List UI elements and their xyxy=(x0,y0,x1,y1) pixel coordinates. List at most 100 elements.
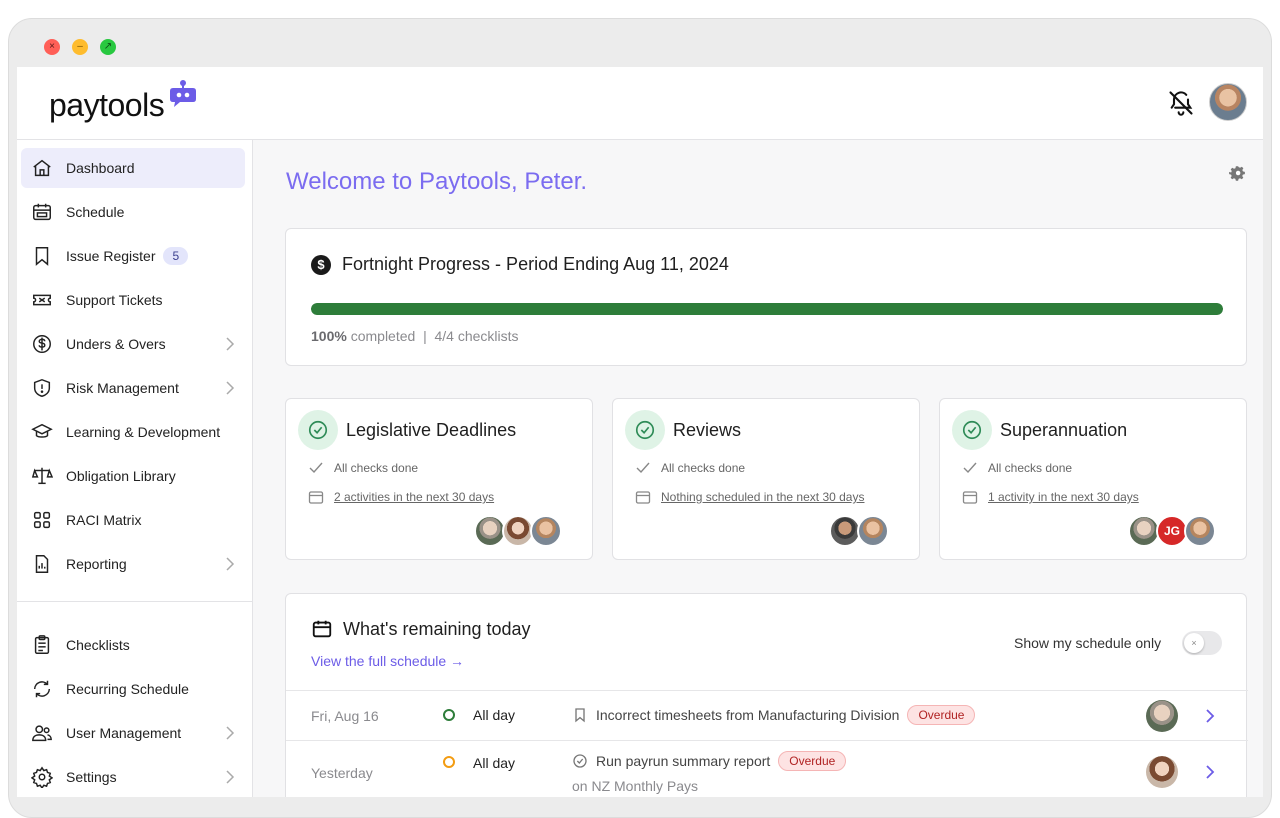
view-full-schedule-link[interactable]: View the full schedule → xyxy=(311,653,464,669)
show-my-schedule-label: Show my schedule only xyxy=(1014,635,1162,651)
status-dot xyxy=(443,709,455,721)
dollar-circle-icon xyxy=(31,333,53,355)
main-content: Welcome to Paytools, Peter. $ Fortnight … xyxy=(253,140,1263,797)
row-date: Yesterday xyxy=(311,765,373,781)
assignee-avatars xyxy=(474,515,562,547)
summary-activity-link[interactable]: 2 activities in the next 30 days xyxy=(334,490,494,504)
progress-completed-label: completed xyxy=(350,328,416,344)
summary-card-legislative-deadlines[interactable]: Legislative Deadlines All checks done 2 … xyxy=(285,398,593,560)
sidebar-item-schedule[interactable]: Schedule xyxy=(21,192,245,232)
summary-status: All checks done xyxy=(635,461,745,475)
issue-count-badge: 5 xyxy=(163,247,189,265)
close-window-button[interactable]: × xyxy=(44,39,60,55)
table-row[interactable]: Yesterday All day Run payrun summary rep… xyxy=(286,740,1248,797)
check-icon xyxy=(963,462,977,474)
calendar-icon xyxy=(312,620,332,638)
check-circle-icon xyxy=(298,410,338,450)
sidebar-item-issue-register[interactable]: Issue Register 5 xyxy=(21,236,245,276)
sidebar-item-risk-management[interactable]: Risk Management xyxy=(21,368,245,408)
summary-activity: 2 activities in the next 30 days xyxy=(308,489,494,505)
maximize-window-button[interactable]: ↗ xyxy=(100,39,116,55)
summary-status-text: All checks done xyxy=(661,461,746,475)
sidebar-item-reporting[interactable]: Reporting xyxy=(21,544,245,584)
overdue-badge: Overdue xyxy=(778,751,847,771)
avatar[interactable] xyxy=(857,515,889,547)
sidebar-item-dashboard[interactable]: Dashboard xyxy=(21,148,245,188)
progress-bar-fill xyxy=(311,303,1223,315)
row-time: All day xyxy=(473,707,516,723)
recurring-icon xyxy=(31,678,53,700)
paytools-logo[interactable]: paytools xyxy=(49,80,200,124)
settings-gear-icon[interactable] xyxy=(1228,164,1246,182)
sidebar-item-label: Dashboard xyxy=(66,160,135,176)
summary-activity: Nothing scheduled in the next 30 days xyxy=(635,489,864,505)
remaining-title: What's remaining today xyxy=(311,618,531,640)
sidebar-item-label: Risk Management xyxy=(66,380,179,396)
progress-bar xyxy=(311,303,1223,315)
top-bar: paytools xyxy=(17,67,1263,140)
sidebar-item-settings[interactable]: Settings xyxy=(21,757,245,797)
calendar-icon xyxy=(635,491,651,504)
sidebar-item-user-management[interactable]: User Management xyxy=(21,713,245,753)
clipboard-icon xyxy=(31,634,53,656)
sidebar-item-obligation-library[interactable]: Obligation Library xyxy=(21,456,245,496)
graduation-cap-icon xyxy=(31,421,53,443)
remaining-title-text: What's remaining today xyxy=(343,618,531,639)
app-window: paytools Dashboard Schedule Issue Regist… xyxy=(17,67,1263,797)
minimize-window-button[interactable]: – xyxy=(72,39,88,55)
table-row[interactable]: Fri, Aug 16 All day Incorrect timesheets… xyxy=(286,690,1248,740)
sidebar-nav: Dashboard Schedule Issue Register 5 Supp… xyxy=(17,140,253,797)
home-icon xyxy=(31,157,53,179)
logo-text: paytools xyxy=(49,87,165,123)
sidebar-item-raci-matrix[interactable]: RACI Matrix xyxy=(21,500,245,540)
sidebar-item-unders-overs[interactable]: Unders & Overs xyxy=(21,324,245,364)
scales-icon xyxy=(31,465,53,487)
window-controls: × – ↗ xyxy=(44,39,116,55)
sidebar-item-checklists[interactable]: Checklists xyxy=(21,625,245,665)
progress-checklists: 4/4 checklists xyxy=(434,328,519,344)
check-icon xyxy=(636,462,650,474)
sidebar-item-label: Reporting xyxy=(66,556,127,572)
summary-card-superannuation[interactable]: Superannuation All checks done 1 activit… xyxy=(939,398,1247,560)
progress-card-title: $ Fortnight Progress - Period Ending Aug… xyxy=(311,254,729,275)
chevron-right-icon xyxy=(226,770,235,784)
sidebar-item-label: RACI Matrix xyxy=(66,512,142,528)
overdue-badge: Overdue xyxy=(907,705,976,725)
gear-icon xyxy=(31,766,53,788)
summary-activity-link[interactable]: Nothing scheduled in the next 30 days xyxy=(661,490,864,504)
chevron-right-icon xyxy=(226,337,235,351)
bookmark-icon xyxy=(575,708,585,723)
avatar[interactable] xyxy=(1184,515,1216,547)
chevron-right-icon[interactable] xyxy=(1204,708,1216,724)
calendar-icon xyxy=(962,491,978,504)
report-icon xyxy=(31,553,53,575)
ticket-icon xyxy=(31,289,53,311)
notifications-off-icon[interactable] xyxy=(1167,89,1195,117)
chevron-right-icon[interactable] xyxy=(1204,764,1216,780)
progress-title-text: Fortnight Progress - Period Ending Aug 1… xyxy=(342,254,729,274)
sidebar-item-label: Settings xyxy=(66,769,117,785)
summary-activity-link[interactable]: 1 activity in the next 30 days xyxy=(988,490,1139,504)
summary-card-reviews[interactable]: Reviews All checks done Nothing schedule… xyxy=(612,398,920,560)
sidebar-item-label: Recurring Schedule xyxy=(66,681,189,697)
robot-logo-icon xyxy=(170,80,197,107)
avatar[interactable] xyxy=(1146,700,1178,732)
avatar[interactable] xyxy=(1146,756,1178,788)
sidebar-item-learning-development[interactable]: Learning & Development xyxy=(21,412,245,452)
show-my-schedule-toggle[interactable]: × xyxy=(1182,631,1222,655)
check-circle-icon xyxy=(952,410,992,450)
sidebar-item-recurring-schedule[interactable]: Recurring Schedule xyxy=(21,669,245,709)
row-date: Fri, Aug 16 xyxy=(311,708,379,724)
bookmark-icon xyxy=(31,245,53,267)
dollar-icon: $ xyxy=(311,254,331,275)
sidebar-item-label: Unders & Overs xyxy=(66,336,166,352)
sidebar-item-label: User Management xyxy=(66,725,182,741)
sidebar-item-support-tickets[interactable]: Support Tickets xyxy=(21,280,245,320)
sidebar-item-label: Checklists xyxy=(66,637,130,653)
row-task: Incorrect timesheets from Manufacturing … xyxy=(572,705,976,725)
avatar[interactable] xyxy=(530,515,562,547)
status-dot xyxy=(443,756,455,768)
fortnight-progress-card: $ Fortnight Progress - Period Ending Aug… xyxy=(285,228,1247,366)
row-task-text: Run payrun summary report xyxy=(596,753,771,769)
user-avatar[interactable] xyxy=(1209,83,1247,121)
